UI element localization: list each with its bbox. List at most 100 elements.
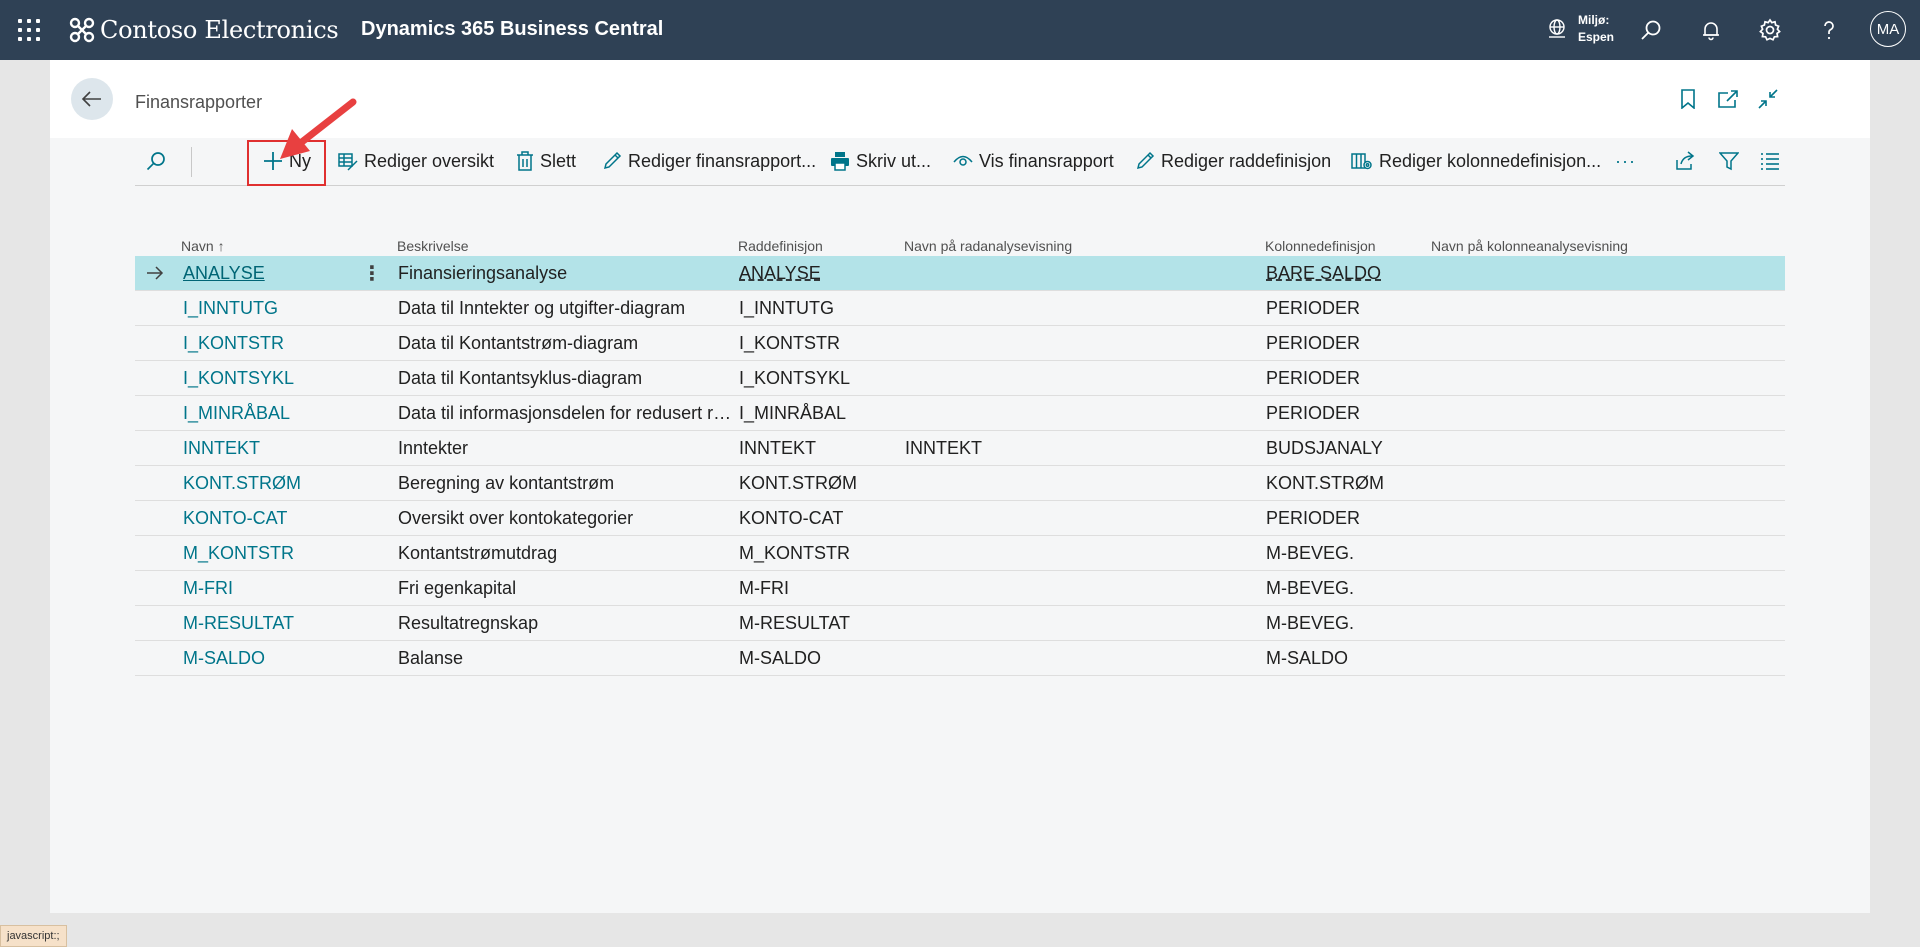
printer-icon [831, 152, 849, 171]
cell-row-definition: M-FRI [739, 578, 789, 598]
sort-ascending-icon: ↑ [217, 238, 225, 254]
cell-name[interactable]: M_KONTSTR [183, 543, 343, 564]
cell-name[interactable]: M-SALDO [183, 648, 343, 669]
table-row[interactable]: INNTEKT Inntekter INNTEKT INNTEKT BUDSJA… [135, 431, 1785, 466]
table-row[interactable]: I_INNTUTG Data til Inntekter og utgifter… [135, 291, 1785, 326]
cell-column-definition: M-SALDO [1266, 648, 1349, 668]
cell-name[interactable]: KONTO-CAT [183, 508, 343, 529]
search-icon[interactable] [1635, 14, 1667, 46]
cell-description: Inntekter [398, 438, 469, 458]
bookmark-icon[interactable] [1675, 86, 1701, 112]
environment-globe-icon [1549, 19, 1565, 38]
view-financial-report-label: Vis finansrapport [979, 150, 1114, 171]
print-button[interactable]: Skriv ut... [830, 144, 931, 178]
table-row[interactable]: KONT.STRØM Beregning av kontantstrøm KON… [135, 466, 1785, 501]
table-row[interactable]: I_MINRÅBAL Data til informasjonsdelen fo… [135, 396, 1785, 431]
contoso-logo-icon [69, 17, 95, 43]
cell-column-definition[interactable]: BARE SALDO [1266, 263, 1426, 284]
pencil-icon [603, 151, 622, 170]
cell-row-analysis-view: INNTEKT [905, 438, 983, 458]
cell-row-definition: M_KONTSTR [739, 543, 851, 563]
app-launcher-icon[interactable] [18, 19, 40, 41]
table-row[interactable]: ANALYSE ⋮ Finansieringsanalyse ANALYSE B… [135, 256, 1785, 291]
brand-name: Contoso Electronics [100, 16, 339, 44]
edit-financial-report-label: Rediger finansrapport... [628, 150, 817, 171]
cell-description: Balanse [398, 648, 464, 668]
open-new-window-icon[interactable] [1715, 86, 1741, 112]
table-row[interactable]: I_KONTSYKL Data til Kontantsyklus-diagra… [135, 361, 1785, 396]
settings-gear-icon[interactable] [1754, 14, 1786, 46]
product-name[interactable]: Dynamics 365 Business Central [361, 18, 663, 41]
cell-description: Finansieringsanalyse [398, 263, 568, 283]
toolbar-divider [191, 147, 192, 177]
column-header-name[interactable]: Navn ↑ [181, 238, 225, 254]
column-header-column-definition[interactable]: Kolonnedefinisjon [1265, 238, 1376, 254]
cell-description: Data til informasjonsdelen for redusert … [398, 403, 733, 423]
list-view-icon[interactable] [1760, 144, 1786, 178]
more-actions-button[interactable]: ··· [1615, 144, 1636, 178]
edit-financial-report-button[interactable]: Rediger finansrapport... [602, 144, 816, 178]
table-row[interactable]: I_KONTSTR Data til Kontantstrøm-diagram … [135, 326, 1785, 361]
table-row[interactable]: M_KONTSTR Kontantstrømutdrag M_KONTSTR M… [135, 536, 1785, 571]
column-header-description[interactable]: Beskrivelse [397, 238, 469, 254]
table-row[interactable]: M-RESULTAT Resultatregnskap M-RESULTAT M… [135, 606, 1785, 641]
cell-name[interactable]: I_KONTSYKL [183, 368, 343, 389]
cell-name[interactable]: M-RESULTAT [183, 613, 343, 634]
cell-row-definition: M-RESULTAT [739, 613, 850, 633]
cell-description: Resultatregnskap [398, 613, 539, 633]
help-icon[interactable] [1813, 14, 1845, 46]
column-header-row-definition[interactable]: Raddefinisjon [738, 238, 823, 254]
cell-column-definition: PERIODER [1266, 333, 1361, 353]
cell-column-definition: PERIODER [1266, 508, 1361, 528]
table-row[interactable]: M-FRI Fri egenkapital M-FRI M-BEVEG. [135, 571, 1785, 606]
environment-indicator[interactable]: Miljø: Espen [1546, 12, 1614, 46]
column-header-column-analysis-view[interactable]: Navn på kolonneanalysevisning [1431, 238, 1628, 254]
brand[interactable]: Contoso Electronics [68, 12, 339, 48]
delete-button[interactable]: Slett [516, 144, 576, 178]
cell-row-definition: I_KONTSTR [739, 333, 841, 353]
edit-row-definition-button[interactable]: Rediger raddefinisjon [1135, 144, 1331, 178]
table-row[interactable]: KONTO-CAT Oversikt over kontokategorier … [135, 501, 1785, 536]
cell-name[interactable]: KONT.STRØM [183, 473, 343, 494]
cell-column-definition: M-BEVEG. [1266, 578, 1355, 598]
cell-name[interactable]: I_MINRÅBAL [183, 403, 343, 424]
row-actions-menu-icon[interactable]: ⋮ [362, 261, 382, 286]
cell-description: Beregning av kontantstrøm [398, 473, 615, 493]
cell-description: Oversikt over kontokategorier [398, 508, 634, 528]
environment-value: Espen [1578, 30, 1615, 44]
cell-description: Data til Inntekter og utgifter-diagram [398, 298, 686, 318]
table-row[interactable]: M-SALDO Balanse M-SALDO M-SALDO [135, 641, 1785, 676]
cell-row-definition[interactable]: ANALYSE [739, 263, 899, 284]
edit-row-definition-label: Rediger raddefinisjon [1161, 150, 1332, 171]
cell-name[interactable]: INNTEKT [183, 438, 343, 459]
page-title: Finansrapporter [135, 92, 263, 112]
cell-description: Fri egenkapital [398, 578, 517, 598]
notifications-bell-icon[interactable] [1695, 14, 1727, 46]
pencil-icon [1136, 151, 1155, 170]
edit-overview-label: Rediger oversikt [364, 150, 495, 171]
search-list-button[interactable] [145, 144, 173, 178]
collapse-icon[interactable] [1755, 86, 1781, 112]
delete-label: Slett [540, 150, 577, 171]
cell-column-definition: PERIODER [1266, 298, 1361, 318]
cell-description: Data til Kontantsyklus-diagram [398, 368, 643, 388]
cell-name[interactable]: ANALYSE [183, 263, 343, 284]
share-icon[interactable] [1675, 144, 1703, 178]
cell-description: Kontantstrømutdrag [398, 543, 558, 563]
search-icon [146, 152, 165, 171]
edit-column-definition-button[interactable]: Rediger kolonnedefinisjon... [1351, 144, 1601, 178]
column-header-row-analysis-view[interactable]: Navn på radanalysevisning [904, 238, 1072, 254]
cell-row-definition: I_KONTSYKL [739, 368, 851, 388]
cell-row-definition: INNTEKT [739, 438, 817, 458]
cell-column-definition: PERIODER [1266, 403, 1361, 423]
cell-name[interactable]: M-FRI [183, 578, 343, 599]
cell-name[interactable]: I_KONTSTR [183, 333, 343, 354]
back-button[interactable] [71, 78, 113, 120]
top-nav-bar: Contoso Electronics Dynamics 365 Busines… [0, 0, 1920, 60]
filter-icon[interactable] [1719, 144, 1745, 178]
selected-row-arrow-icon [147, 266, 164, 280]
view-financial-report-button[interactable]: Vis finansrapport [953, 144, 1114, 178]
environment-label: Miljø: [1578, 13, 1610, 27]
cell-name[interactable]: I_INNTUTG [183, 298, 343, 319]
user-avatar[interactable]: MA [1870, 11, 1906, 47]
